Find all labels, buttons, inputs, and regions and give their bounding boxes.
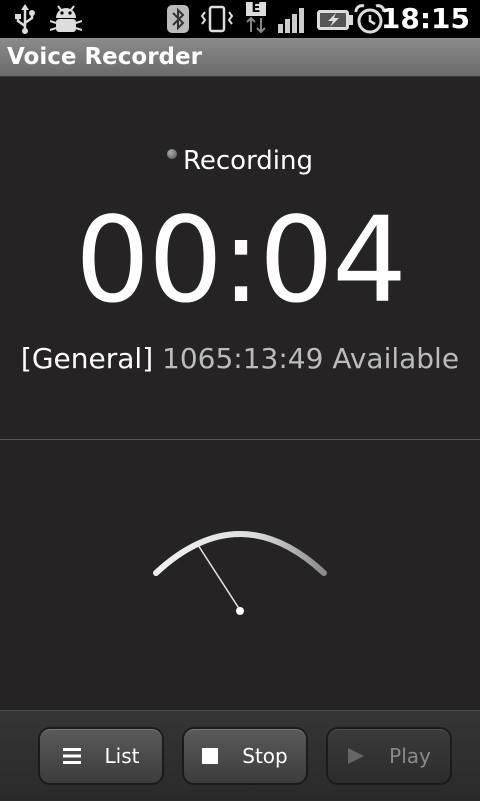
stop-button[interactable]: Stop [182,727,308,785]
play-button[interactable]: Play [326,727,452,785]
app-title: Voice Recorder [7,44,202,70]
data-network-icon: E [244,2,268,36]
storage-label: [General] [20,342,154,375]
signal-icon [278,8,304,33]
app-title-bar: Voice Recorder [0,38,480,77]
elapsed-timer: 00:04 [74,191,407,329]
recording-indicator-icon [166,148,177,159]
usb-icon [15,4,35,34]
meter-needle [197,544,241,611]
play-button-label: Play [389,744,431,768]
divider [0,439,480,440]
stop-button-label: Stop [242,744,288,768]
meter-arc [153,531,327,576]
status-bar: E 18:15 [0,0,480,38]
clock: 18:15 [380,2,470,35]
debug-icon [50,5,82,32]
recording-status: Recording [0,142,480,180]
available-time: 1065:13:49 [162,342,324,375]
list-button[interactable]: List [38,727,164,785]
meter-pivot [236,607,244,615]
bottom-toolbar: List Stop Play [0,710,480,801]
bluetooth-icon [167,5,189,33]
stop-icon [202,748,219,764]
play-icon [348,748,365,764]
battery-charging-icon [317,10,353,30]
storage-info: [General] 1065:13:49 Available [0,338,480,380]
vibrate-icon [200,5,234,33]
recording-status-label: Recording [182,146,314,176]
list-icon [62,748,81,764]
available-label: Available [332,342,460,375]
level-meter [153,531,327,615]
list-button-label: List [104,744,140,768]
